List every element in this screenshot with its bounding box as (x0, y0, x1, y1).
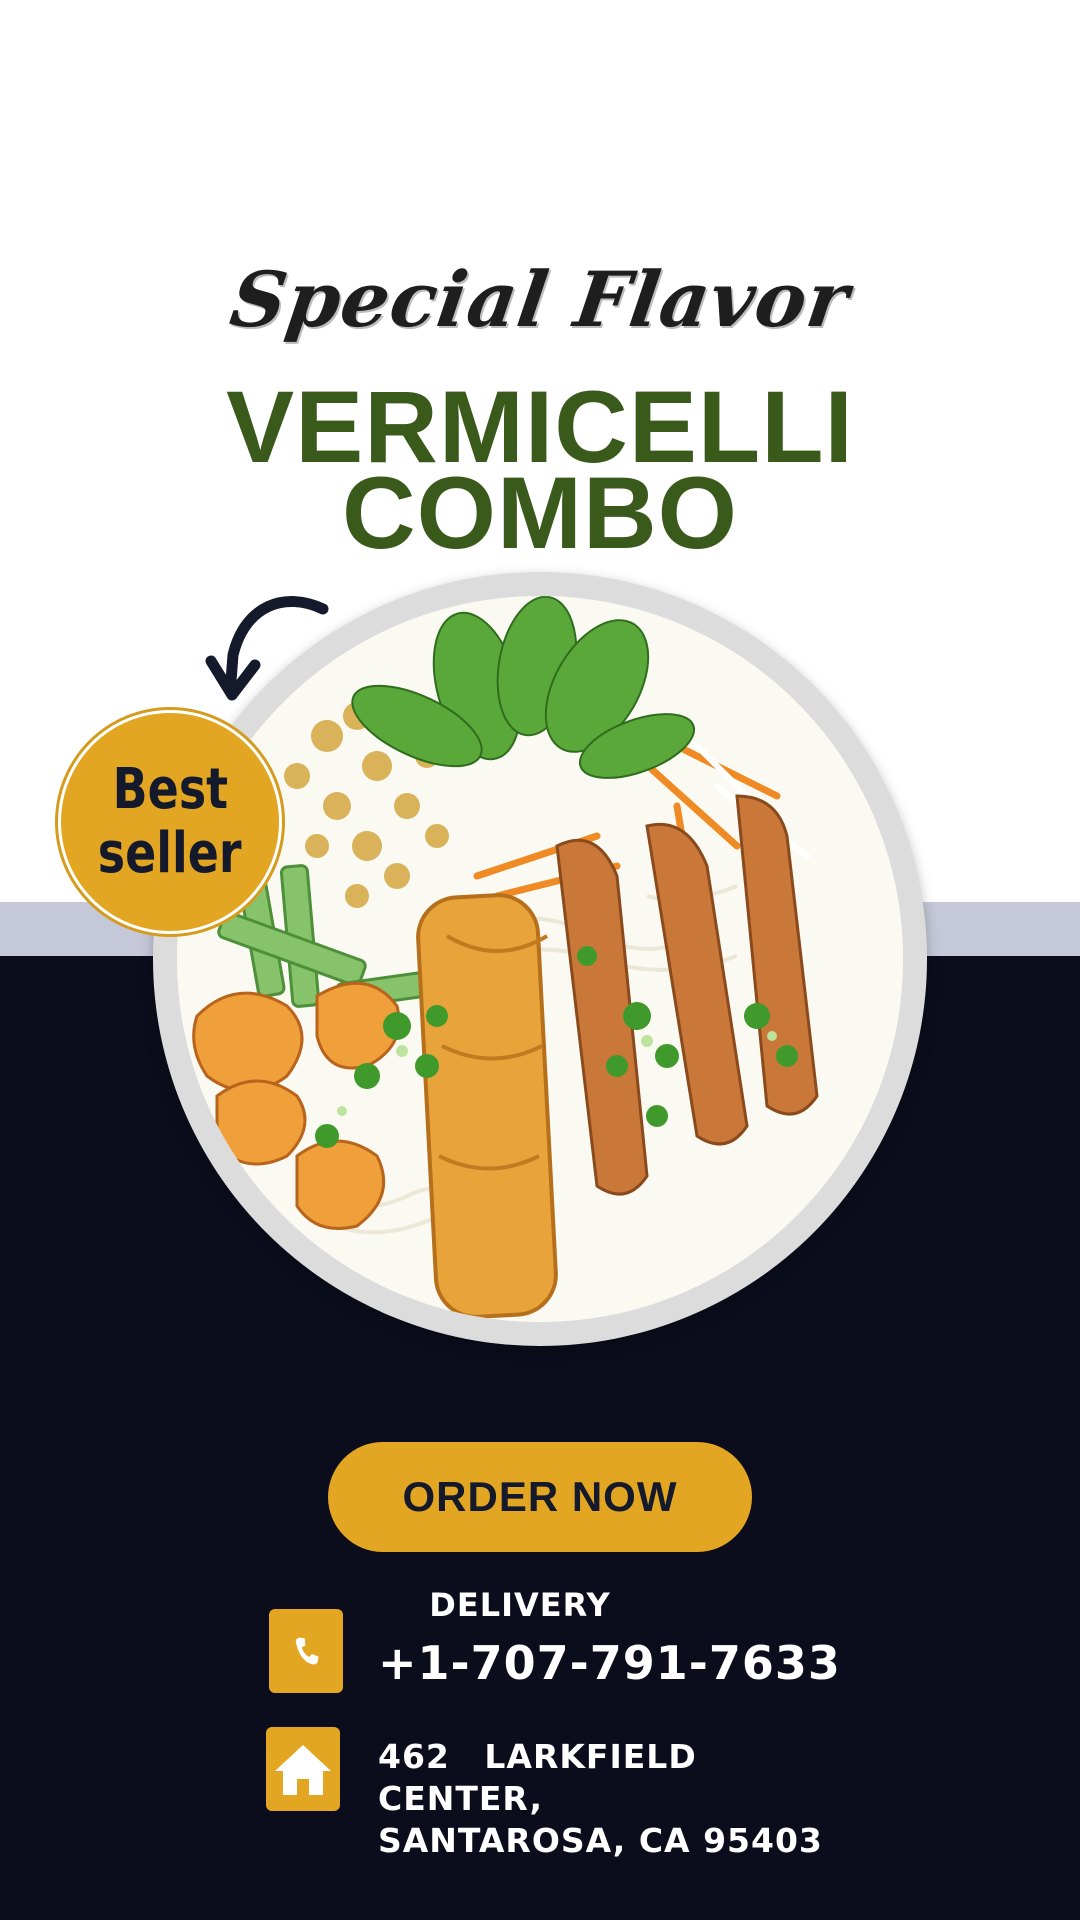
subtitle: Special Flavor (225, 255, 855, 344)
phone-icon[interactable] (269, 1609, 343, 1693)
page-title: VERMICELLI COMBO (0, 376, 1080, 570)
phone-glyph (295, 1637, 319, 1665)
phone-number[interactable]: +1-707-791-7633 (378, 1636, 841, 1690)
best-seller-badge: Best seller (58, 710, 282, 934)
badge-line-2: seller (98, 821, 242, 886)
poster: Special Flavor VERMICELLI COMBO Best sel… (0, 0, 1080, 1920)
delivery-label: DELIVERY (429, 1586, 611, 1624)
address: 462 LARKFIELD CENTER, SANTAROSA, CA 9540… (378, 1736, 848, 1862)
badge-line-1: Best (112, 757, 228, 822)
address-line-2: SANTAROSA, CA 95403 (378, 1821, 823, 1860)
order-now-button[interactable]: ORDER NOW (328, 1442, 752, 1552)
title-line-2: COMBO (342, 456, 738, 570)
address-line-1: 462 LARKFIELD CENTER, (378, 1737, 697, 1818)
home-icon (266, 1727, 340, 1811)
curved-arrow-icon (205, 596, 329, 701)
home-glyph (275, 1745, 331, 1795)
